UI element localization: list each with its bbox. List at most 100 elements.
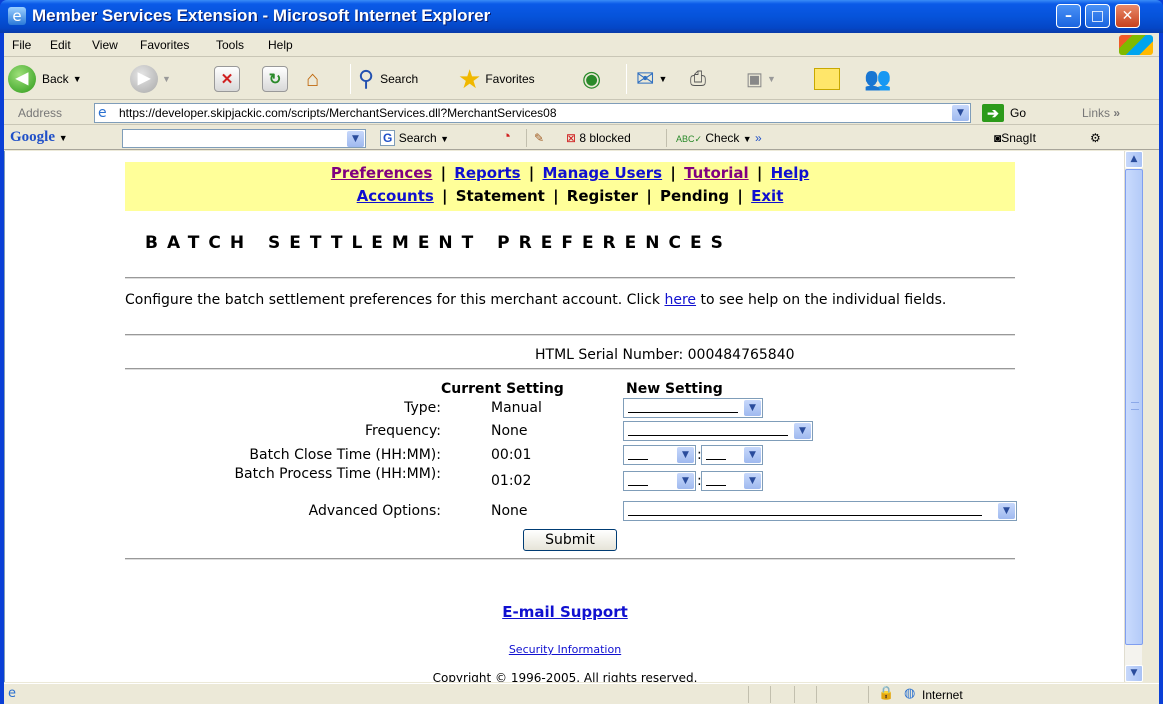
batch-process-hour-select[interactable]: ▼ bbox=[623, 471, 696, 491]
chevron-down-icon[interactable]: ▼ bbox=[744, 447, 761, 463]
popup-blocker-button[interactable]: ⊠ 8 blocked bbox=[566, 131, 631, 145]
spellcheck-button[interactable]: ABC✓ Check ▼ » bbox=[676, 131, 762, 145]
email-support-link[interactable]: E-mail Support bbox=[502, 603, 628, 621]
menu-edit[interactable]: Edit bbox=[50, 38, 71, 52]
google-g-icon: G bbox=[380, 130, 396, 146]
mail-button[interactable]: ✉ ▼ bbox=[636, 63, 667, 95]
address-input[interactable]: e https://developer.skipjackic.com/scrip… bbox=[94, 103, 971, 123]
submit-button[interactable]: Submit bbox=[523, 529, 617, 551]
lock-icon[interactable]: 🔒 bbox=[878, 686, 894, 701]
menu-favorites[interactable]: Favorites bbox=[140, 38, 189, 52]
status-pane bbox=[770, 686, 771, 703]
vertical-scrollbar[interactable]: ▲ ▼ bbox=[1124, 151, 1143, 682]
maximize-button[interactable]: □ bbox=[1085, 4, 1110, 28]
media-button[interactable]: ◉ bbox=[582, 63, 601, 95]
frequency-select[interactable]: ▼ bbox=[623, 421, 813, 441]
minimize-button[interactable]: – bbox=[1056, 4, 1081, 28]
batch-close-hour-value bbox=[628, 459, 648, 460]
standard-toolbar: ◀ Back ▼ ▶ ▼ ✕ ↻ ⌂ ⚲ Search ★ Favorites … bbox=[4, 58, 1159, 100]
nav-link-accounts[interactable]: Accounts bbox=[357, 187, 434, 205]
menu-help[interactable]: Help bbox=[268, 38, 293, 52]
forward-dropdown-icon[interactable]: ▼ bbox=[162, 74, 171, 84]
menu-tools[interactable]: Tools bbox=[216, 38, 244, 52]
address-label: Address bbox=[18, 106, 63, 120]
messenger-users-icon: 👥 bbox=[864, 66, 892, 91]
menu-file[interactable]: File bbox=[12, 38, 31, 52]
nav-link-tutorial[interactable]: Tutorial bbox=[684, 164, 749, 182]
header-new-setting: New Setting bbox=[626, 381, 723, 397]
spellcheck-label: Check bbox=[705, 131, 740, 145]
scroll-thumb[interactable] bbox=[1125, 169, 1143, 645]
nav-item-register: Register bbox=[566, 187, 639, 205]
google-logo-menu[interactable]: Google ▼ bbox=[10, 129, 68, 146]
description-text: Configure the batch settlement preferenc… bbox=[125, 292, 665, 308]
search-label: Search bbox=[380, 72, 419, 86]
edit-dropdown-icon[interactable]: ▼ bbox=[767, 74, 776, 84]
go-arrow-icon: ➔ bbox=[982, 104, 1004, 122]
address-url[interactable]: https://developer.skipjackic.com/scripts… bbox=[119, 106, 557, 120]
title-bar[interactable]: e Member Services Extension - Microsoft … bbox=[0, 0, 1163, 33]
nav-link-exit[interactable]: Exit bbox=[751, 187, 783, 205]
scroll-down-icon[interactable]: ▼ bbox=[1125, 665, 1143, 682]
pagerank-icon[interactable]: ◔ bbox=[502, 128, 511, 145]
forward-button[interactable]: ▶ ▼ bbox=[130, 63, 171, 95]
nav-separator: | bbox=[737, 187, 743, 205]
news-icon[interactable]: ✎ bbox=[534, 131, 544, 145]
support-section: E-mail Support bbox=[5, 603, 1124, 621]
status-pane bbox=[868, 686, 869, 703]
chevron-right-icon: » bbox=[1113, 106, 1121, 120]
snagit-button[interactable]: ◙SnagIt bbox=[994, 131, 1036, 145]
type-select[interactable]: ▼ bbox=[623, 398, 763, 418]
nav-separator: | bbox=[756, 164, 763, 182]
scroll-up-icon[interactable]: ▲ bbox=[1125, 151, 1143, 168]
menu-view[interactable]: View bbox=[92, 38, 118, 52]
discuss-button[interactable] bbox=[814, 63, 840, 95]
links-button[interactable]: Links » bbox=[1082, 106, 1120, 120]
google-toolbar-separator bbox=[526, 129, 527, 147]
search-button[interactable]: ⚲ Search bbox=[358, 63, 418, 95]
batch-close-hour-select[interactable]: ▼ bbox=[623, 445, 696, 465]
batch-process-minute-select[interactable]: ▼ bbox=[701, 471, 763, 491]
chevron-down-icon[interactable]: ▼ bbox=[744, 473, 761, 489]
nav-link-preferences[interactable]: Preferences bbox=[331, 164, 433, 182]
chevron-down-icon[interactable]: ▼ bbox=[794, 423, 811, 439]
google-search-dropdown-icon[interactable]: ▼ bbox=[347, 131, 364, 147]
edit-button[interactable]: ▣ ▼ bbox=[746, 63, 776, 95]
back-button[interactable]: ◀ Back ▼ bbox=[8, 63, 82, 95]
batch-close-time-current-value: 00:01 bbox=[491, 447, 532, 463]
divider bbox=[125, 558, 1015, 560]
internet-zone-icon: ◍ bbox=[904, 686, 916, 701]
chevron-down-icon[interactable]: ▼ bbox=[677, 447, 694, 463]
snagit-settings-icon[interactable]: ⚙ bbox=[1090, 131, 1101, 145]
go-button[interactable]: ➔ Go bbox=[982, 103, 1026, 123]
go-label: Go bbox=[1010, 106, 1027, 120]
messenger-button[interactable]: 👥 bbox=[864, 63, 891, 95]
address-dropdown-icon[interactable]: ▼ bbox=[952, 105, 969, 121]
batch-process-time-label: Batch Process Time (HH:MM): bbox=[234, 466, 441, 482]
chevron-down-icon[interactable]: ▼ bbox=[998, 503, 1015, 519]
page-status-icon: e bbox=[8, 686, 16, 701]
home-icon: ⌂ bbox=[306, 66, 320, 91]
page-icon: e bbox=[98, 105, 107, 121]
nav-link-manage-users[interactable]: Manage Users bbox=[543, 164, 663, 182]
chevron-down-icon[interactable]: ▼ bbox=[677, 473, 694, 489]
security-information-link[interactable]: Security Information bbox=[509, 643, 621, 656]
chevron-down-icon[interactable]: ▼ bbox=[744, 400, 761, 416]
close-button[interactable]: ✕ bbox=[1115, 4, 1140, 28]
refresh-icon: ↻ bbox=[262, 66, 288, 92]
print-button[interactable]: ⎙ bbox=[690, 63, 706, 95]
batch-close-minute-select[interactable]: ▼ bbox=[701, 445, 763, 465]
advanced-options-select[interactable]: ▼ bbox=[623, 501, 1017, 521]
nav-link-help[interactable]: Help bbox=[771, 164, 810, 182]
help-here-link[interactable]: here bbox=[664, 292, 696, 308]
nav-separator: | bbox=[442, 187, 448, 205]
nav-link-reports[interactable]: Reports bbox=[454, 164, 520, 182]
stop-button[interactable]: ✕ bbox=[214, 63, 240, 95]
favorites-button[interactable]: ★ Favorites bbox=[458, 63, 535, 95]
google-search-input[interactable]: ▼ bbox=[122, 129, 366, 148]
google-search-button[interactable]: G Search ▼ bbox=[380, 130, 449, 146]
refresh-button[interactable]: ↻ bbox=[262, 63, 288, 95]
back-dropdown-icon[interactable]: ▼ bbox=[73, 74, 82, 84]
mail-dropdown-icon[interactable]: ▼ bbox=[658, 74, 667, 84]
home-button[interactable]: ⌂ bbox=[306, 63, 319, 95]
